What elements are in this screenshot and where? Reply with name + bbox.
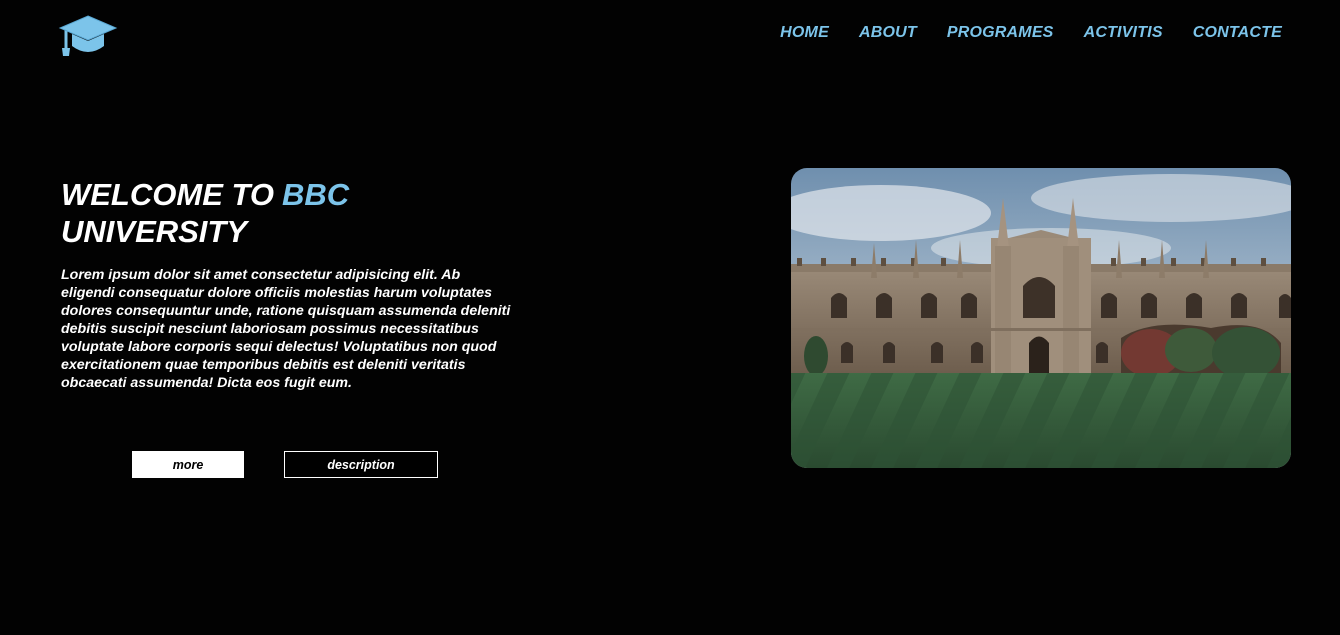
- hero-title-prefix: WELCOME TO: [61, 177, 274, 212]
- graduation-cap-icon[interactable]: [58, 14, 118, 58]
- hero-title-suffix: UNIVERSITY: [61, 214, 248, 249]
- description-button[interactable]: description: [284, 451, 438, 478]
- nav-item-programes[interactable]: PROGRAMES: [947, 24, 1054, 42]
- nav-item-contacte[interactable]: CONTACTE: [1193, 24, 1282, 42]
- nav-item-activitis[interactable]: ACTIVITIS: [1084, 24, 1163, 42]
- nav-item-home[interactable]: HOME: [780, 24, 829, 42]
- more-button[interactable]: more: [132, 451, 244, 478]
- nav-item-about[interactable]: ABOUT: [859, 24, 917, 42]
- hero-title: WELCOME TO BBC UNIVERSITY: [61, 176, 521, 250]
- hero-title-accent: BBC: [281, 177, 350, 212]
- university-building-photo: [791, 168, 1291, 468]
- page: HOME ABOUT PROGRAMES ACTIVITIS CONTACTE …: [0, 0, 1340, 635]
- main-nav: HOME ABOUT PROGRAMES ACTIVITIS CONTACTE: [780, 24, 1282, 42]
- hero-paragraph: Lorem ipsum dolor sit amet consectetur a…: [61, 267, 511, 391]
